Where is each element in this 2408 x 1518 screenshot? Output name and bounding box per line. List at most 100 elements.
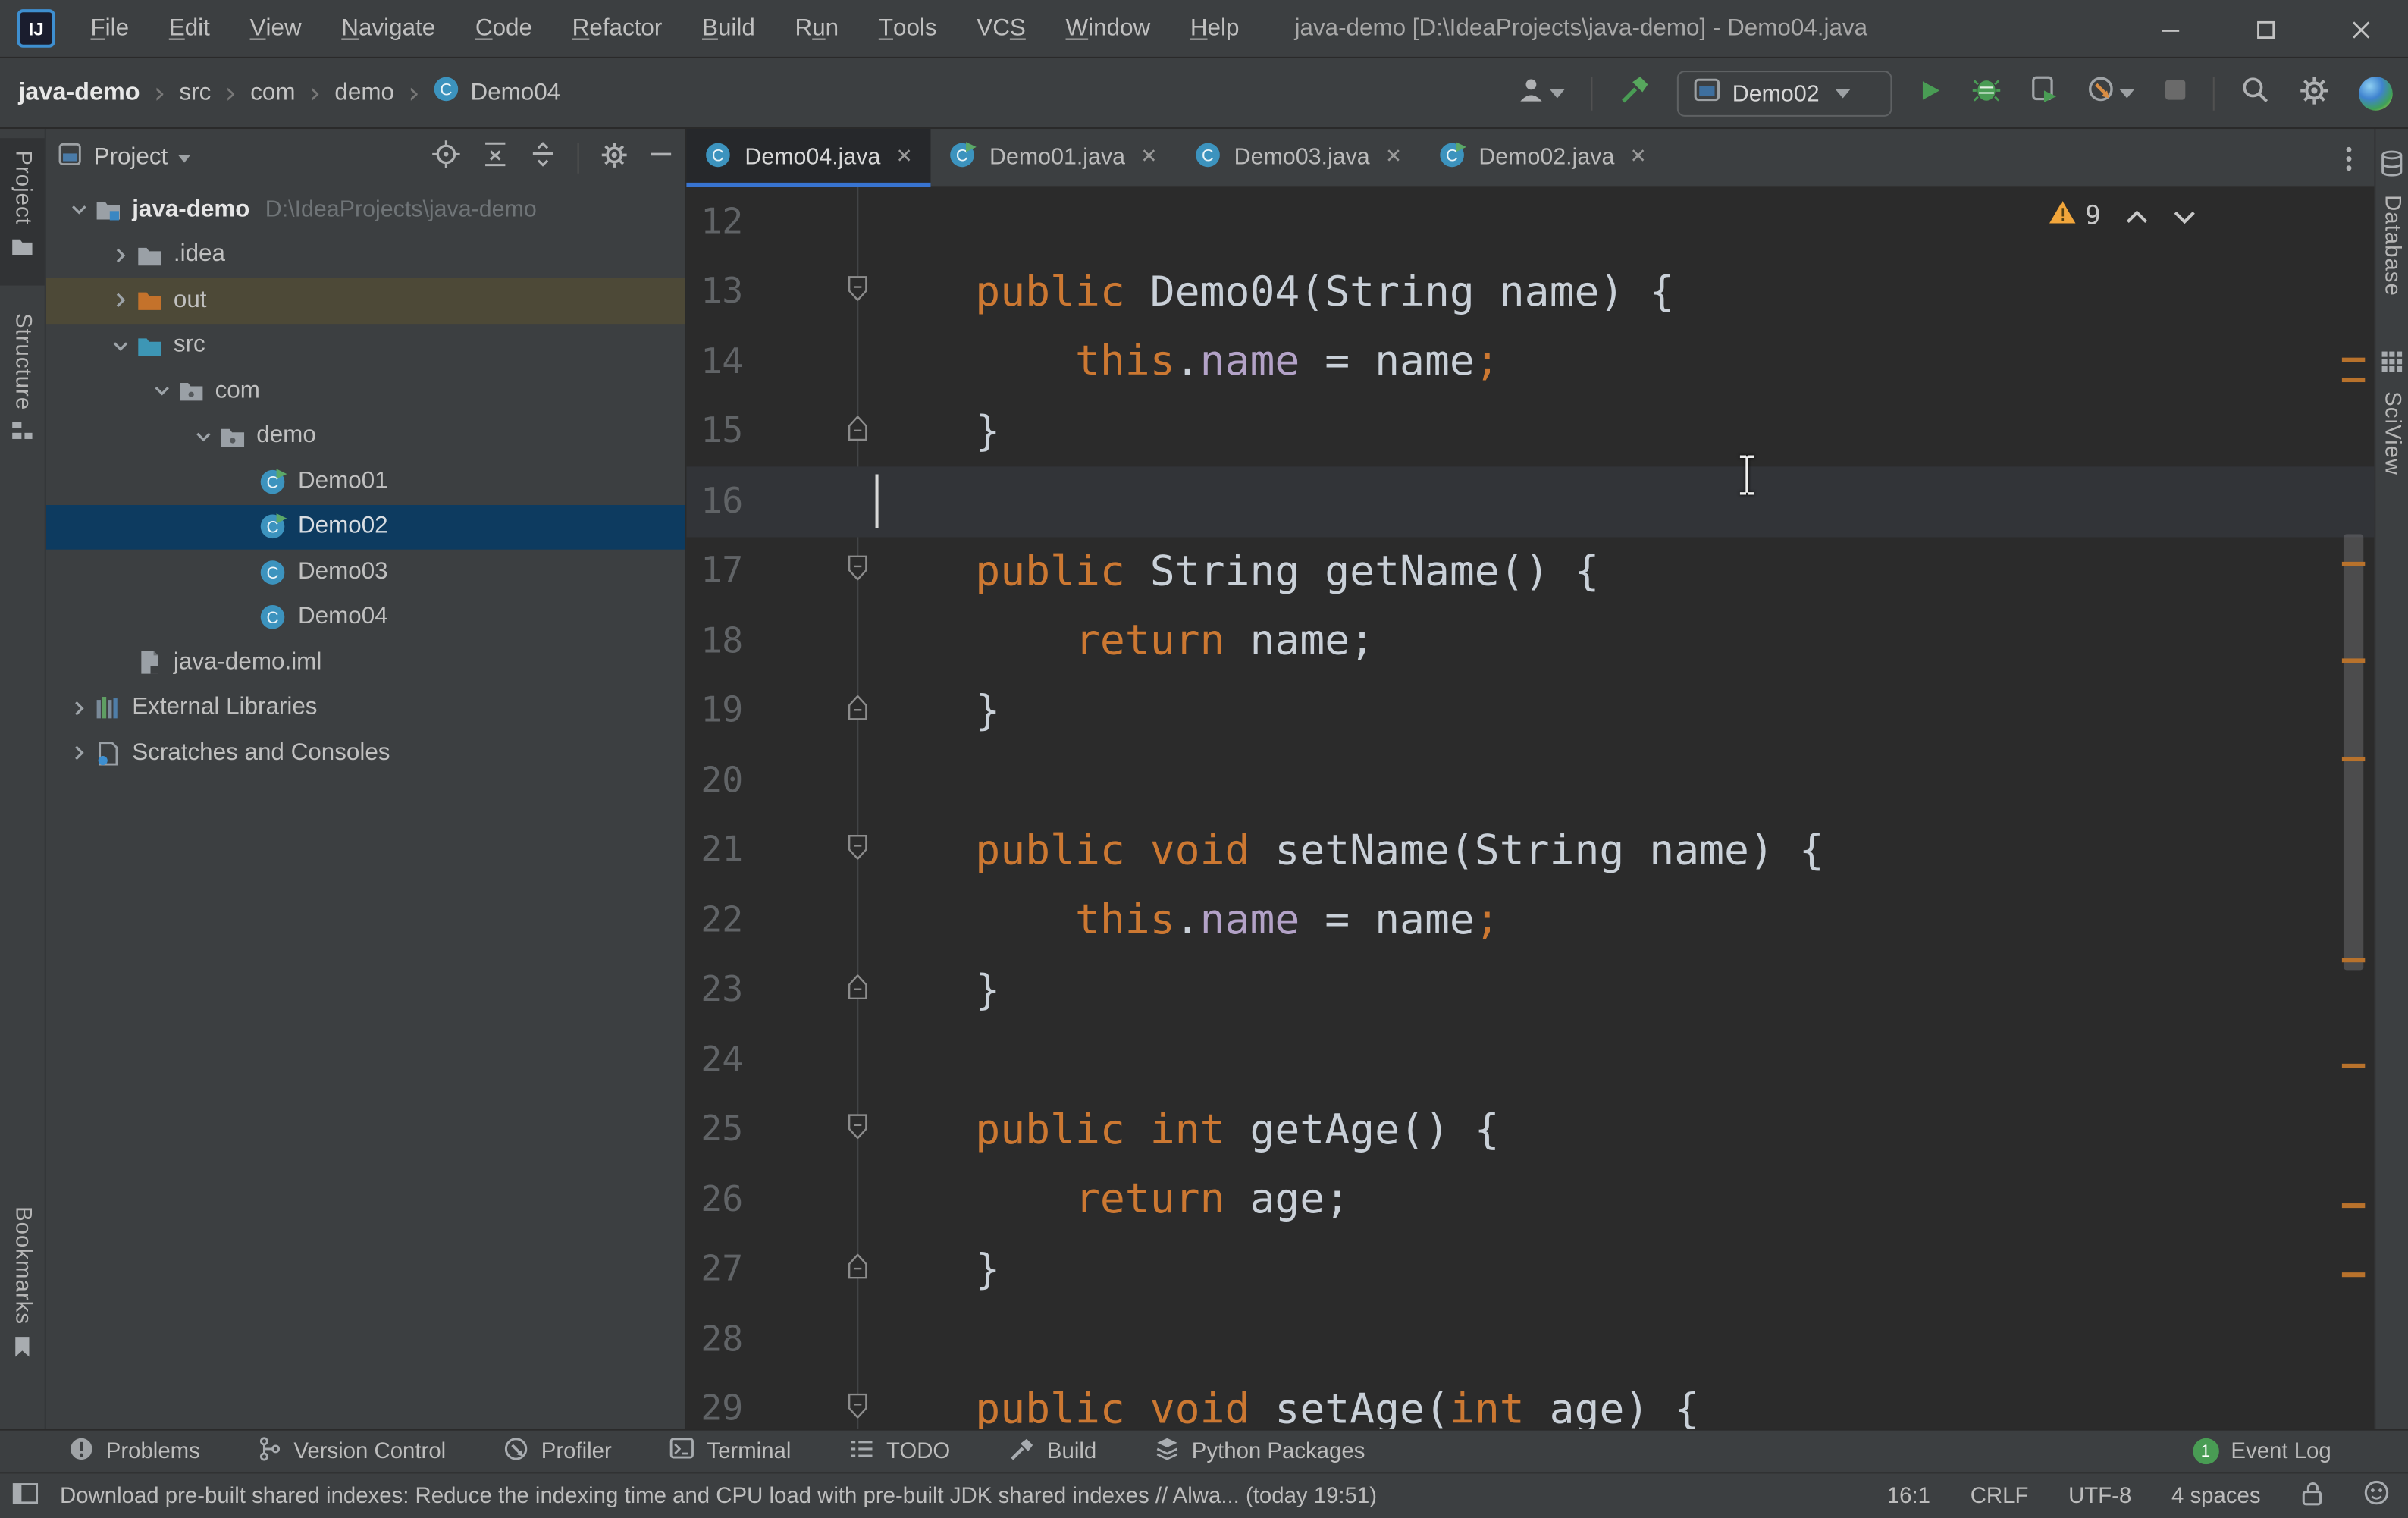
menu-view[interactable]: View <box>230 0 321 58</box>
toolwindow-button-python-packages[interactable]: Python Packages <box>1155 1436 1365 1466</box>
tab-demo04-java[interactable]: CDemo04.java✕ <box>686 129 931 186</box>
stop-button[interactable] <box>2161 71 2190 117</box>
lock-icon[interactable] <box>2300 1480 2323 1510</box>
toolwindow-button-todo[interactable]: TODO <box>849 1438 950 1465</box>
settings-button[interactable] <box>2296 71 2333 117</box>
chevron-right-icon[interactable] <box>106 246 133 263</box>
user-account-button[interactable] <box>1514 71 1568 117</box>
tree-item-demo[interactable]: demo <box>46 414 685 459</box>
tab-options-button[interactable] <box>2345 129 2353 187</box>
menu-file[interactable]: File <box>71 0 149 58</box>
toolwindow-button-database[interactable]: Database <box>2375 138 2408 310</box>
fold-start-icon[interactable] <box>848 835 867 867</box>
build-project-button[interactable] <box>1616 71 1654 117</box>
chevron-down-icon[interactable] <box>64 202 92 218</box>
fold-start-icon[interactable] <box>848 1394 867 1426</box>
chevron-right-icon[interactable] <box>64 700 92 717</box>
warning-stripe-mark[interactable] <box>2342 757 2365 761</box>
warning-stripe-mark[interactable] <box>2342 358 2365 362</box>
tab-demo02-java[interactable]: CDemo02.java✕ <box>1420 129 1665 186</box>
close-button[interactable] <box>2312 0 2408 58</box>
tree-item-demo03[interactable]: CDemo03 <box>46 550 685 595</box>
menu-navigate[interactable]: Navigate <box>321 0 456 58</box>
toolwindow-button-version-control[interactable]: Version Control <box>259 1436 446 1466</box>
tree-item-demo01[interactable]: CDemo01 <box>46 459 685 504</box>
toolwindow-button-problems[interactable]: Problems <box>69 1436 200 1466</box>
chevron-down-icon[interactable] <box>106 337 133 354</box>
next-warning-button[interactable] <box>2173 201 2196 230</box>
menu-window[interactable]: Window <box>1046 0 1170 58</box>
breadcrumb-item-java-demo[interactable]: java-demo <box>18 79 140 106</box>
breadcrumb-item-src[interactable]: src <box>179 79 211 106</box>
collapse-all-icon[interactable] <box>482 141 508 175</box>
warning-stripe-mark[interactable] <box>2342 378 2365 382</box>
run-configuration-select[interactable]: Demo02 <box>1677 71 1892 117</box>
menu-refactor[interactable]: Refactor <box>552 0 682 58</box>
tree-item-src[interactable]: src <box>46 323 685 369</box>
chevron-down-icon[interactable] <box>147 383 174 400</box>
tree-item-java-demo[interactable]: java-demoD:\IdeaProjects\java-demo <box>46 187 685 233</box>
locate-icon[interactable] <box>431 140 460 177</box>
menu-code[interactable]: Code <box>456 0 553 58</box>
maximize-button[interactable] <box>2218 0 2313 58</box>
tree-item--idea[interactable]: .idea <box>46 233 685 278</box>
close-tab-icon[interactable]: ✕ <box>1385 146 1402 168</box>
tab-demo03-java[interactable]: CDemo03.java✕ <box>1176 129 1421 186</box>
chevron-right-icon[interactable] <box>106 292 133 309</box>
menu-tools[interactable]: Tools <box>858 0 956 58</box>
toolwindow-button-sciview[interactable]: SciView <box>2375 337 2408 497</box>
close-tab-icon[interactable]: ✕ <box>1630 146 1647 168</box>
toolwindow-button-structure[interactable]: Structure <box>0 301 45 461</box>
fold-start-icon[interactable] <box>848 276 867 309</box>
tree-item-demo04[interactable]: CDemo04 <box>46 594 685 640</box>
hide-panel-icon[interactable] <box>650 143 673 173</box>
tree-item-scratches-and-consoles[interactable]: Scratches and Consoles <box>46 731 685 776</box>
breadcrumb-item-demo[interactable]: demo <box>334 79 394 106</box>
toolwindow-button-profiler[interactable]: Profiler <box>504 1436 612 1466</box>
chevron-down-icon[interactable] <box>189 428 216 444</box>
code-editor[interactable]: 9 1213 public Demo04(String name) {14 th… <box>686 187 2374 1429</box>
toolwindow-button-project[interactable]: Project <box>0 138 45 285</box>
indent-style[interactable]: 4 spaces <box>2171 1483 2261 1507</box>
caret-position[interactable]: 16:1 <box>1887 1483 1930 1507</box>
tree-item-external-libraries[interactable]: External Libraries <box>46 685 685 731</box>
close-tab-icon[interactable]: ✕ <box>1140 146 1157 168</box>
event-log-button[interactable]: 1 Event Log <box>2193 1438 2331 1464</box>
menu-vcs[interactable]: VCS <box>957 0 1046 58</box>
warning-stripe-mark[interactable] <box>2342 562 2365 566</box>
warning-stripe-mark[interactable] <box>2342 658 2365 663</box>
toolwindow-button-terminal[interactable]: Terminal <box>670 1437 792 1466</box>
search-everywhere-button[interactable] <box>2237 71 2273 117</box>
profiler-button[interactable] <box>2084 71 2138 117</box>
fold-end-icon[interactable] <box>848 416 867 448</box>
inspections-widget[interactable]: 9 <box>2049 199 2196 232</box>
fold-start-icon[interactable] <box>848 1114 867 1146</box>
fold-end-icon[interactable] <box>848 1253 867 1286</box>
warning-stripe-mark[interactable] <box>2342 1203 2365 1208</box>
menu-help[interactable]: Help <box>1171 0 1259 58</box>
run-button[interactable] <box>1915 71 1946 117</box>
tree-item-demo02[interactable]: CDemo02 <box>46 504 685 550</box>
tree-item-out[interactable]: out <box>46 278 685 323</box>
project-panel-title[interactable]: Project <box>94 144 168 171</box>
status-message[interactable]: Download pre-built shared indexes: Reduc… <box>60 1483 1377 1507</box>
warning-stripe-mark[interactable] <box>2342 1064 2365 1068</box>
settings-gear-icon[interactable] <box>600 140 628 176</box>
debug-button[interactable] <box>1969 71 2005 117</box>
scrollbar-thumb[interactable] <box>2344 534 2363 970</box>
tab-demo01-java[interactable]: CDemo01.java✕ <box>931 129 1176 186</box>
chevron-right-icon[interactable] <box>64 745 92 761</box>
toolwindow-button-build[interactable]: Build <box>1008 1436 1096 1466</box>
menu-build[interactable]: Build <box>682 0 776 58</box>
file-encoding[interactable]: UTF-8 <box>2068 1483 2131 1507</box>
tree-item-com[interactable]: com <box>46 369 685 414</box>
close-tab-icon[interactable]: ✕ <box>896 146 913 168</box>
minimize-button[interactable] <box>2122 0 2218 58</box>
line-separator[interactable]: CRLF <box>1971 1483 2029 1507</box>
run-with-coverage-button[interactable] <box>2027 71 2062 117</box>
toolwindow-toggle-icon[interactable] <box>12 1482 38 1509</box>
fold-start-icon[interactable] <box>848 555 867 588</box>
breadcrumb-item-com[interactable]: com <box>250 79 295 106</box>
expand-all-icon[interactable] <box>530 141 556 175</box>
inspection-profile-icon[interactable] <box>2363 1479 2389 1512</box>
